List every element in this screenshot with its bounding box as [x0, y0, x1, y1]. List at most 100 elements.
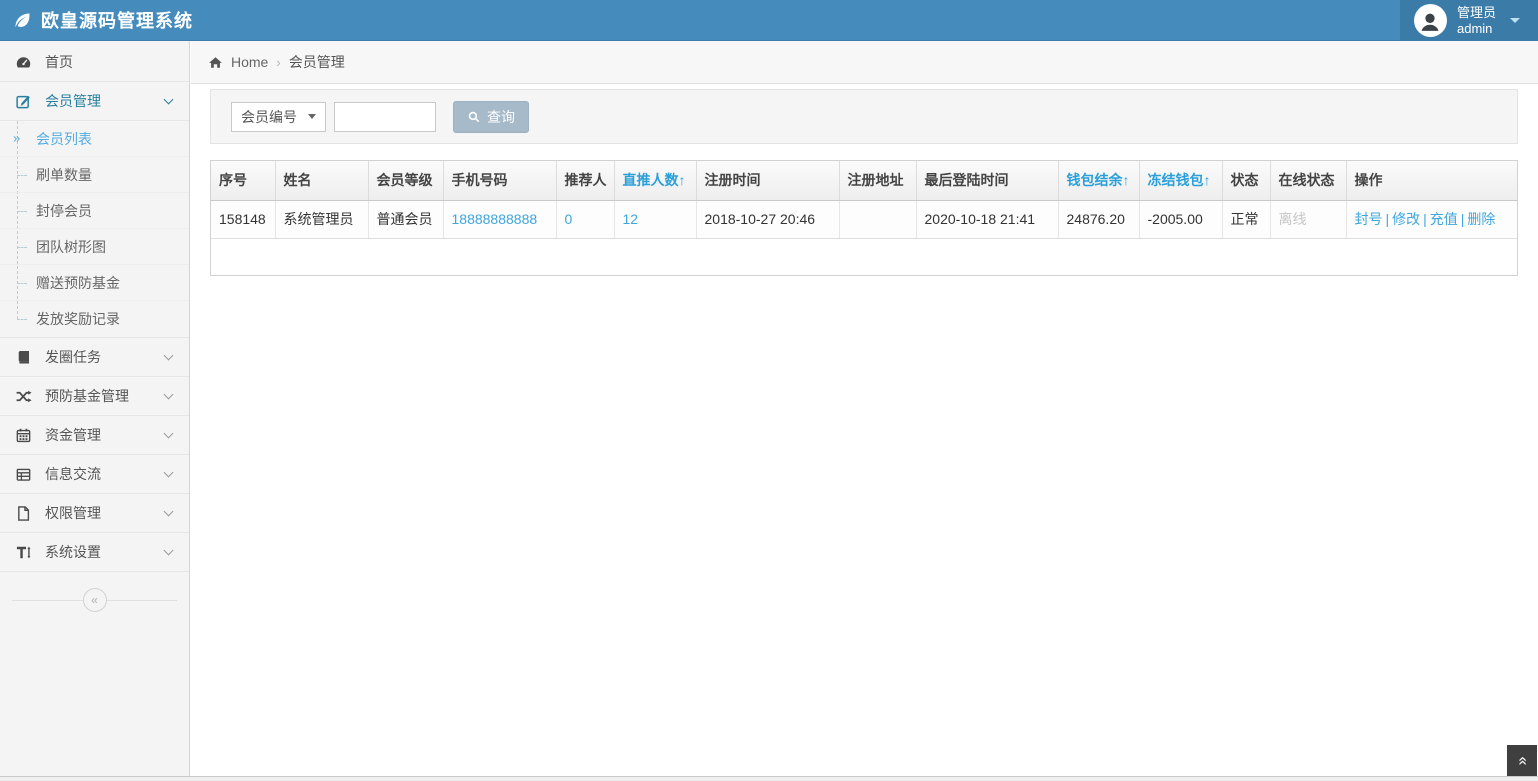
home-icon [209, 56, 222, 68]
cell-wallet-balance: 24876.20 [1058, 200, 1140, 239]
cell-last-login-time: 2020-10-18 21:41 [916, 200, 1059, 239]
col-online-status: 在线状态 [1270, 161, 1347, 201]
query-button[interactable]: 查询 [453, 100, 529, 133]
cell-level: 普通会员 [368, 200, 444, 239]
sidebar-item-system-settings[interactable]: 系统设置 [0, 533, 189, 572]
search-type-select[interactable]: 会员编号 [231, 101, 326, 132]
text-height-icon [16, 546, 31, 558]
user-info: 管理员 admin [1457, 5, 1496, 36]
select-caret-icon [308, 114, 316, 119]
sort-asc-icon: ↑ [678, 172, 686, 189]
sidebar: 首页 会员管理 会员列表 刷单数量 封停会员 团队树形图 赠送预防基金 发放奖励… [0, 41, 190, 776]
col-register-address: 注册地址 [839, 161, 917, 201]
col-phone: 手机号码 [443, 161, 557, 201]
breadcrumb-separator: › [276, 54, 281, 70]
user-menu[interactable]: 管理员 admin [1399, 0, 1538, 41]
caret-down-icon [1510, 18, 1520, 23]
sidebar-item-label: 预防基金管理 [45, 388, 129, 404]
cell-seq: 158148 [211, 200, 276, 239]
user-role: 管理员 [1456, 4, 1496, 20]
col-status: 状态 [1222, 161, 1271, 201]
sidebar-item-moments-task[interactable]: 发圈任务 [0, 338, 189, 377]
sidebar-subitem-reward-records[interactable]: 发放奖励记录 [0, 301, 189, 337]
sidebar-item-label: 会员管理 [45, 93, 101, 109]
sidebar-item-label: 首页 [45, 54, 73, 70]
col-frozen-wallet-sort[interactable]: 冻结钱包↑ [1139, 161, 1223, 201]
recharge-action-link[interactable]: 充值 [1430, 211, 1458, 227]
user-avatar [1413, 4, 1447, 37]
sidebar-item-home[interactable]: 首页 [0, 43, 189, 82]
sidebar-subitem-banned-members[interactable]: 封停会员 [0, 193, 189, 229]
double-angle-left-icon: « [91, 593, 98, 607]
col-last-login-time: 最后登陆时间 [916, 161, 1059, 201]
members-table: 序号 姓名 会员等级 手机号码 推荐人 直推人数↑ 注册时间 注册地址 最后登陆… [210, 160, 1518, 276]
cell-actions: 封号 | 修改 | 充值 | 删除 [1346, 200, 1517, 239]
cell-frozen-wallet: -2005.00 [1139, 200, 1223, 239]
page-footer [0, 776, 1538, 781]
sidebar-item-member-management[interactable]: 会员管理 [0, 82, 189, 121]
col-seq: 序号 [211, 161, 276, 201]
sidebar-collapse-button[interactable]: « [82, 588, 107, 612]
cell-phone: 18888888888 [443, 200, 557, 239]
referrer-link[interactable]: 0 [565, 211, 573, 227]
col-register-time: 注册时间 [696, 161, 840, 201]
cell-online-status: 离线 [1270, 200, 1347, 239]
sidebar-item-funds-management[interactable]: 资金管理 [0, 416, 189, 455]
search-icon [468, 111, 480, 122]
sidebar-subitem-team-tree[interactable]: 团队树形图 [0, 229, 189, 265]
delete-action-link[interactable]: 删除 [1467, 211, 1495, 227]
search-input[interactable] [334, 101, 436, 132]
sidebar-subitem-label: 会员列表 [36, 130, 92, 147]
table-header-row: 序号 姓名 会员等级 手机号码 推荐人 直推人数↑ 注册时间 注册地址 最后登陆… [211, 161, 1517, 201]
breadcrumb-home[interactable]: Home [231, 54, 268, 70]
edit-action-link[interactable]: 修改 [1392, 211, 1420, 227]
back-to-top-button[interactable]: « [1507, 745, 1537, 776]
chevron-down-icon [163, 350, 174, 361]
breadcrumb: Home › 会员管理 [191, 41, 1538, 84]
sidebar-item-prevention-fund-management[interactable]: 预防基金管理 [0, 377, 189, 416]
sidebar-subitem-gift-prevention-fund[interactable]: 赠送预防基金 [0, 265, 189, 301]
sidebar-item-label: 资金管理 [45, 427, 101, 443]
query-button-label: 查询 [487, 108, 515, 125]
col-actions: 操作 [1346, 161, 1517, 201]
dashboard-icon [16, 56, 31, 67]
book-icon [18, 350, 30, 364]
cell-register-address [839, 200, 917, 239]
leaf-icon [15, 12, 30, 27]
sidebar-subitem-label: 刷单数量 [36, 166, 92, 183]
chevron-down-icon [163, 428, 174, 439]
sidebar-item-permission-management[interactable]: 权限管理 [0, 494, 189, 533]
sidebar-subitem-member-list[interactable]: 会员列表 [0, 121, 189, 157]
sidebar-subitem-label: 赠送预防基金 [36, 274, 120, 291]
search-panel: 会员编号 查询 [210, 89, 1518, 144]
col-name: 姓名 [275, 161, 369, 201]
file-icon [18, 505, 30, 521]
sidebar-item-label: 发圈任务 [45, 349, 101, 365]
col-wallet-balance-sort[interactable]: 钱包结余↑ [1058, 161, 1140, 201]
sidebar-item-label: 系统设置 [45, 544, 101, 560]
action-separator: | [1423, 211, 1427, 227]
chevron-down-icon [163, 545, 174, 556]
sidebar-subitem-order-count[interactable]: 刷单数量 [0, 157, 189, 193]
user-avatar-icon [1422, 13, 1439, 31]
action-separator: | [1385, 211, 1390, 227]
sidebar-subitem-label: 发放奖励记录 [36, 311, 120, 327]
chevron-down-icon [163, 94, 174, 105]
sidebar-subitem-label: 团队树形图 [36, 238, 106, 255]
phone-link[interactable]: 18888888888 [452, 211, 538, 227]
action-separator: | [1460, 211, 1465, 227]
col-direct-push-count-sort[interactable]: 直推人数↑ [614, 161, 697, 201]
sidebar-collapse-row: « [0, 585, 189, 615]
col-level: 会员等级 [368, 161, 444, 201]
calendar-icon [16, 428, 31, 442]
cell-register-time: 2018-10-27 20:46 [696, 200, 840, 239]
sidebar-item-label: 信息交流 [45, 466, 101, 482]
sidebar-item-info-exchange[interactable]: 信息交流 [0, 455, 189, 494]
direct-push-count-link[interactable]: 12 [623, 211, 639, 227]
cell-name: 系统管理员 [275, 200, 369, 239]
chevron-down-icon [163, 389, 174, 400]
cell-status: 正常 [1222, 200, 1271, 239]
app-logo: 欧皇源码管理系统 [0, 7, 193, 33]
ban-action-link[interactable]: 封号 [1355, 211, 1383, 227]
sort-asc-icon: ↑ [1203, 172, 1211, 189]
